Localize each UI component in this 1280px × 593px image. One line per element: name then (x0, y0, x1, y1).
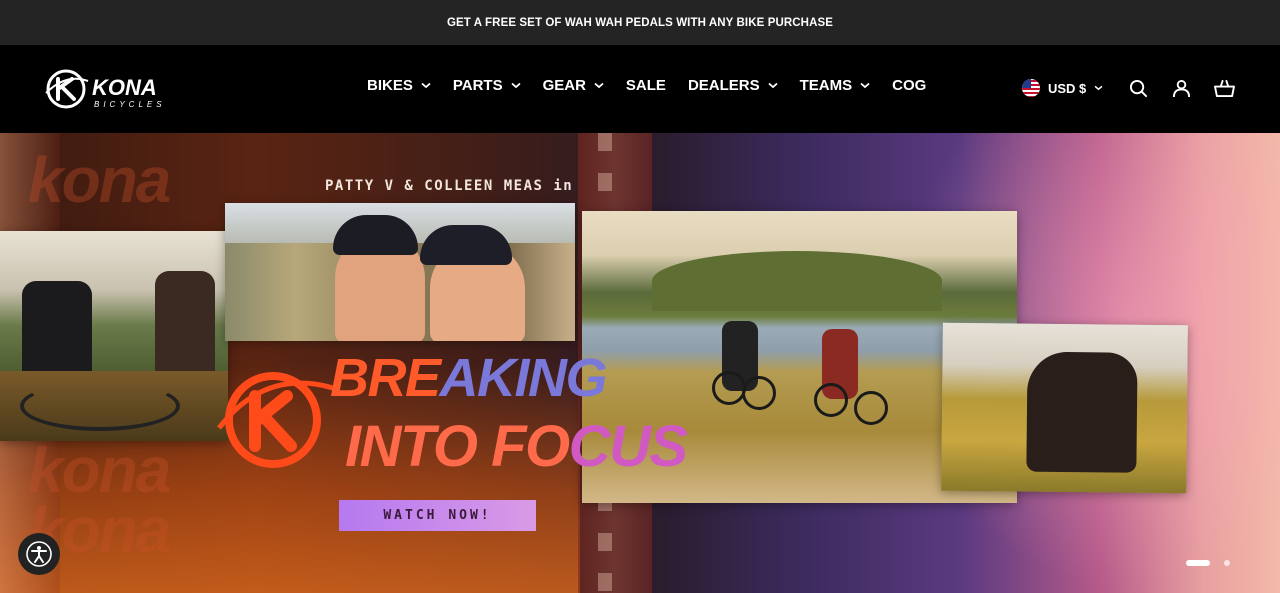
headline-part: CUS (568, 414, 688, 479)
nav-label-sale: SALE (625, 77, 666, 94)
hero-banner[interactable]: kona kona kona PATTY V & COLLEEN MEAS in… (0, 133, 1280, 593)
currency-label: USD $ (1048, 80, 1087, 96)
headline-part: INTO FO (345, 414, 570, 479)
currency-selector[interactable]: USD $ (1022, 79, 1103, 97)
cart-button[interactable] (1213, 77, 1235, 99)
photo-riders-filming (0, 231, 228, 441)
nav-item-bikes[interactable]: BIKES (367, 77, 431, 94)
nav-label-bikes: BIKES (367, 77, 413, 94)
kona-logo-mark: KONA BICYCLES (45, 69, 166, 109)
nav-label-cog: COG (892, 77, 927, 94)
accessibility-button[interactable] (18, 533, 60, 575)
photo-photographer (941, 322, 1188, 494)
headline-part: BRE (330, 348, 441, 408)
chevron-down-icon (421, 82, 431, 89)
brand-name: KONA (92, 75, 157, 100)
nav-label-dealers: DEALERS (687, 77, 760, 94)
kona-logo[interactable]: KONA BICYCLES (44, 67, 189, 111)
slider-dots (1186, 560, 1230, 566)
nav-item-parts[interactable]: PARTS (453, 77, 521, 94)
nav-item-sale[interactable]: SALE (626, 77, 666, 94)
chevron-down-icon (594, 82, 604, 89)
search-icon (1129, 79, 1147, 97)
search-button[interactable] (1127, 77, 1149, 99)
hero-headline-line1: BREAKING (330, 348, 608, 408)
hero-headline-line2: INTO FOCUS (345, 418, 688, 476)
nav-item-cog[interactable]: COG (892, 77, 926, 94)
headline-part: AKING (439, 348, 608, 408)
site-header: KONA BICYCLES BIKES PARTS GEAR SALE DEAL… (0, 45, 1280, 133)
chevron-down-icon (768, 82, 778, 89)
accessibility-icon (26, 541, 52, 567)
nav-item-dealers[interactable]: DEALERS (688, 77, 778, 94)
hero-subtitle: PATTY V & COLLEEN MEAS in (325, 178, 574, 194)
us-flag-icon (1022, 79, 1040, 97)
nav-label-teams: TEAMS (799, 77, 853, 94)
header-tools: USD $ (1022, 77, 1235, 99)
kona-k-logo (217, 372, 334, 468)
brand-tagline: BICYCLES (94, 100, 166, 109)
nav-label-parts: PARTS (452, 77, 503, 94)
chevron-down-icon (860, 82, 870, 89)
slide-dot-2[interactable] (1224, 560, 1230, 566)
nav-label-gear: GEAR (542, 77, 586, 94)
main-nav: BIKES PARTS GEAR SALE DEALERS TEAMS COG (367, 77, 948, 94)
account-icon (1172, 79, 1190, 97)
watch-now-button[interactable]: WATCH NOW! (339, 500, 536, 531)
photo-riders-selfie (225, 203, 575, 341)
chevron-down-icon (1094, 85, 1103, 91)
nav-item-teams[interactable]: TEAMS (800, 77, 871, 94)
kona-watermark: kona (28, 144, 171, 216)
announcement-text: GET A FREE SET OF WAH WAH PEDALS WITH AN… (446, 16, 834, 29)
account-button[interactable] (1170, 77, 1192, 99)
cart-icon (1213, 79, 1235, 97)
slide-dot-1[interactable] (1186, 560, 1210, 566)
nav-item-gear[interactable]: GEAR (543, 77, 604, 94)
chevron-down-icon (510, 82, 521, 89)
announcement-bar: GET A FREE SET OF WAH WAH PEDALS WITH AN… (0, 0, 1280, 45)
